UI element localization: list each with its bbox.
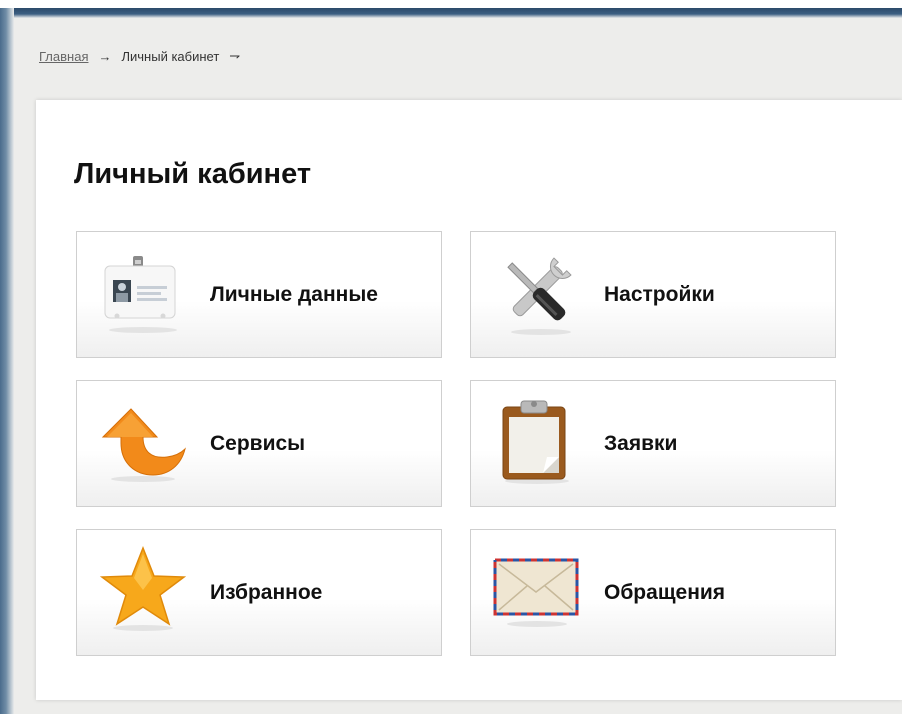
breadcrumb: Главная → Личный кабинет ⇁ [39,48,240,64]
tile-requests[interactable]: Заявки [470,380,836,507]
breadcrumb-current: Личный кабинет [121,48,220,64]
tile-services[interactable]: Сервисы [76,380,442,507]
arrow-icon [101,408,186,482]
envelope-icon [493,558,579,627]
content-panel: Личный кабинет Личные данные Настройки С… [36,100,902,700]
tile-label: Избранное [210,580,323,604]
tile-label: Настройки [604,282,715,306]
window-top-border [0,0,902,18]
tile-appeals[interactable]: Обращения [470,529,836,656]
tile-label: Сервисы [210,431,306,455]
page-title: Личный кабинет [74,158,312,190]
tile-label: Обращения [604,580,726,604]
tile-favorites[interactable]: Избранное [76,529,442,656]
breadcrumb-end-arrow-icon: ⇁ [229,48,241,63]
star-icon [99,545,187,631]
tile-personal-data[interactable]: Личные данные [76,231,442,358]
tools-icon [507,257,572,335]
id-badge-icon [104,256,177,333]
tile-label: Личные данные [210,282,378,306]
app-frame: Главная → Личный кабинет ⇁ Личный кабине… [0,0,902,714]
window-left-border [0,8,14,714]
clipboard-icon [502,400,569,484]
tile-settings[interactable]: Настройки [470,231,836,358]
tile-label: Заявки [604,431,678,455]
breadcrumb-home-link[interactable]: Главная [39,49,88,64]
breadcrumb-arrow: → [98,48,112,64]
